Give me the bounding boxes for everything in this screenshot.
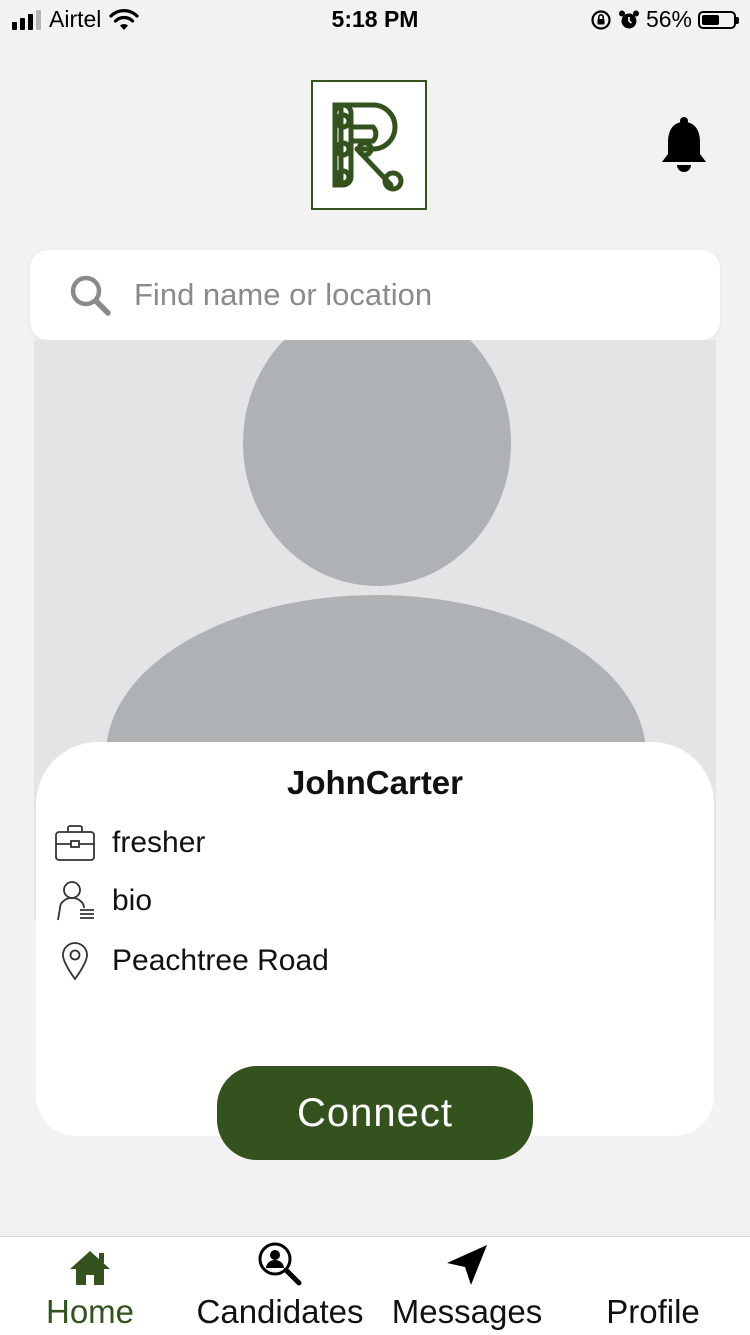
orientation-lock-icon xyxy=(591,9,611,30)
connect-button[interactable]: Connect xyxy=(217,1066,533,1160)
experience-text: fresher xyxy=(112,826,206,859)
bell-icon[interactable] xyxy=(658,116,710,174)
location-row: Peachtree Road xyxy=(52,938,329,984)
tab-profile[interactable]: Profile xyxy=(598,1237,708,1335)
search-icon xyxy=(70,275,111,316)
bio-text: bio xyxy=(112,884,153,917)
send-icon xyxy=(447,1245,487,1285)
bottom-tab-bar: Home Candidates Messages Profile xyxy=(0,1236,750,1335)
location-pin-icon xyxy=(52,938,98,984)
home-icon xyxy=(70,1251,110,1285)
briefcase-icon xyxy=(52,820,98,866)
experience-row: fresher xyxy=(52,820,205,866)
battery-percent: 56% xyxy=(645,6,692,32)
candidate-name: JohnCarter xyxy=(286,764,464,801)
tab-candidates-label: Candidates xyxy=(196,1293,364,1330)
logo-mark xyxy=(332,102,404,192)
tab-candidates[interactable]: Candidates xyxy=(190,1237,370,1335)
avatar-head xyxy=(243,340,511,586)
app-logo xyxy=(311,80,427,210)
tab-home-label: Home xyxy=(45,1293,135,1330)
bio-row: bio xyxy=(52,878,152,924)
tab-home[interactable]: Home xyxy=(40,1237,140,1335)
tab-messages[interactable]: Messages xyxy=(384,1237,550,1335)
tab-messages-label: Messages xyxy=(391,1293,543,1330)
candidates-search-icon xyxy=(258,1242,302,1286)
battery-icon xyxy=(698,10,739,29)
status-bar: Airtel 5:18 PM 56% xyxy=(0,0,750,40)
search-input[interactable] xyxy=(132,276,696,314)
user-bio-icon xyxy=(52,878,98,924)
location-text: Peachtree Road xyxy=(112,944,329,977)
tab-profile-label: Profile xyxy=(606,1293,700,1330)
alarm-icon xyxy=(618,10,639,28)
status-right: 56% xyxy=(590,6,739,33)
search-bar[interactable] xyxy=(30,250,720,340)
